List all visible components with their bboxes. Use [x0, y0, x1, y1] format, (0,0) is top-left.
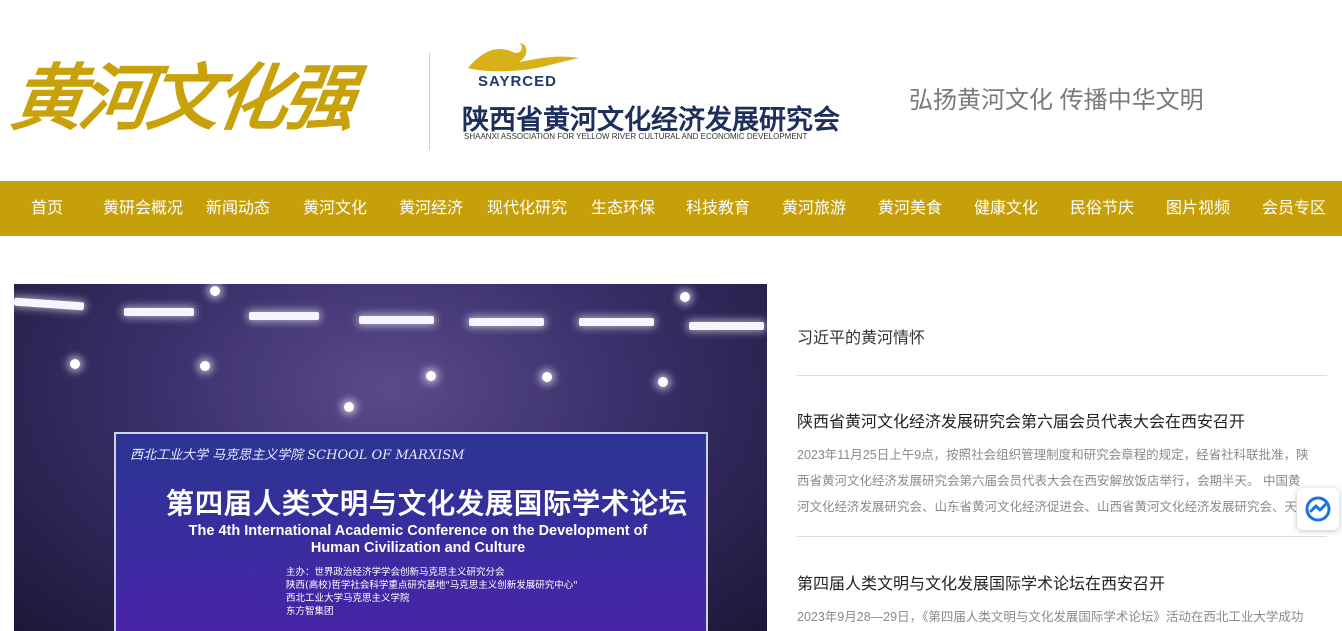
nav-item-folk[interactable]: 民俗节庆 — [1070, 181, 1134, 236]
ceiling-light — [658, 377, 668, 387]
divider — [797, 536, 1327, 537]
nav-item-media[interactable]: 图片视频 — [1166, 181, 1230, 236]
sponsor-line: 陕西(高校)哲学社会科学重点研究基地"马克思主义创新发展研究中心" — [286, 580, 578, 591]
ceiling-light — [70, 359, 80, 369]
logo-divider — [429, 53, 430, 150]
ceiling-light — [359, 316, 434, 324]
ceiling-light — [249, 312, 319, 320]
news-title[interactable]: 第四届人类文明与文化发展国际学术论坛在西安召开 — [797, 570, 1165, 594]
conference-banner: 西北工业大学 马克思主义学院 SCHOOL OF MARXISM 第四届人类文明… — [114, 432, 708, 631]
accessibility-float-button[interactable] — [1297, 488, 1339, 530]
calligraphy-logo[interactable]: 黄河文化强 — [6, 55, 399, 145]
site-header: 黄河文化强 SAYRCED 陕西省黄河文化经济发展研究会 SHAANXI ASS… — [0, 0, 1342, 181]
ceiling-light — [680, 292, 690, 302]
news-excerpt: 2023年11月25日上午9点，按照社会组织管理制度和研究会章程的规定，经省社科… — [797, 448, 1309, 514]
ceiling-light — [542, 372, 552, 382]
nav-item-tourism[interactable]: 黄河旅游 — [782, 181, 846, 236]
nav-item-overview[interactable]: 黄研会概况 — [103, 181, 183, 236]
ceiling-light — [579, 318, 654, 326]
nav-item-news[interactable]: 新闻动态 — [206, 181, 270, 236]
main-nav: 首页 黄研会概况 新闻动态 黄河文化 黄河经济 现代化研究 生态环保 科技教育 … — [0, 181, 1342, 236]
sponsor-line: 西北工业大学马克思主义学院 — [286, 593, 410, 604]
sponsor-line: 东方智集团 — [286, 606, 334, 617]
nav-item-home[interactable]: 首页 — [31, 181, 63, 236]
nav-item-ecology[interactable]: 生态环保 — [591, 181, 655, 236]
nav-item-health[interactable]: 健康文化 — [974, 181, 1038, 236]
site-slogan: 弘扬黄河文化 传播中华文明 — [909, 87, 1204, 114]
nav-item-economy[interactable]: 黄河经济 — [399, 181, 463, 236]
banner-title-chinese: 第四届人类文明与文化发展国际学术论坛 — [166, 487, 689, 520]
university-logos: 西北工业大学 马克思主义学院 SCHOOL OF MARXISM — [130, 448, 465, 463]
ceiling-light — [210, 286, 220, 296]
featured-photo[interactable]: 西北工业大学 马克思主义学院 SCHOOL OF MARXISM 第四届人类文明… — [14, 284, 767, 631]
nav-item-members[interactable]: 会员专区 — [1262, 181, 1326, 236]
accessibility-icon — [1305, 496, 1331, 522]
ceiling-light — [344, 402, 354, 412]
top-news-link[interactable]: 习近平的黄河情怀 — [797, 324, 925, 348]
ceiling-light — [469, 318, 544, 326]
nav-item-food[interactable]: 黄河美食 — [878, 181, 942, 236]
ceiling-light — [200, 361, 210, 371]
sponsor-line: 主办：世界政治经济学学会创新马克思主义研究分会 — [286, 567, 505, 578]
news-excerpt: 2023年9月28—29日，《第四届人类文明与文化发展国际学术论坛》活动在西北工… — [797, 610, 1304, 624]
ceiling-light — [14, 297, 85, 311]
divider — [797, 375, 1327, 376]
org-name-english: SHAANXI ASSOCIATION FOR YELLOW RIVER CUL… — [464, 132, 808, 141]
nav-item-modernization[interactable]: 现代化研究 — [487, 181, 567, 236]
banner-sponsors: 主办：世界政治经济学学会创新马克思主义研究分会 陕西(高校)哲学社会科学重点研究… — [286, 566, 578, 618]
news-title[interactable]: 陕西省黄河文化经济发展研究会第六届会员代表大会在西安召开 — [797, 408, 1245, 432]
ceiling-light — [426, 371, 436, 381]
org-abbreviation: SAYRCED — [478, 73, 557, 90]
nav-item-education[interactable]: 科技教育 — [686, 181, 750, 236]
banner-title-english: The 4th International Academic Conferenc… — [188, 523, 648, 556]
ceiling-light — [124, 308, 194, 316]
ceiling-light — [689, 322, 764, 330]
nav-item-culture[interactable]: 黄河文化 — [303, 181, 367, 236]
